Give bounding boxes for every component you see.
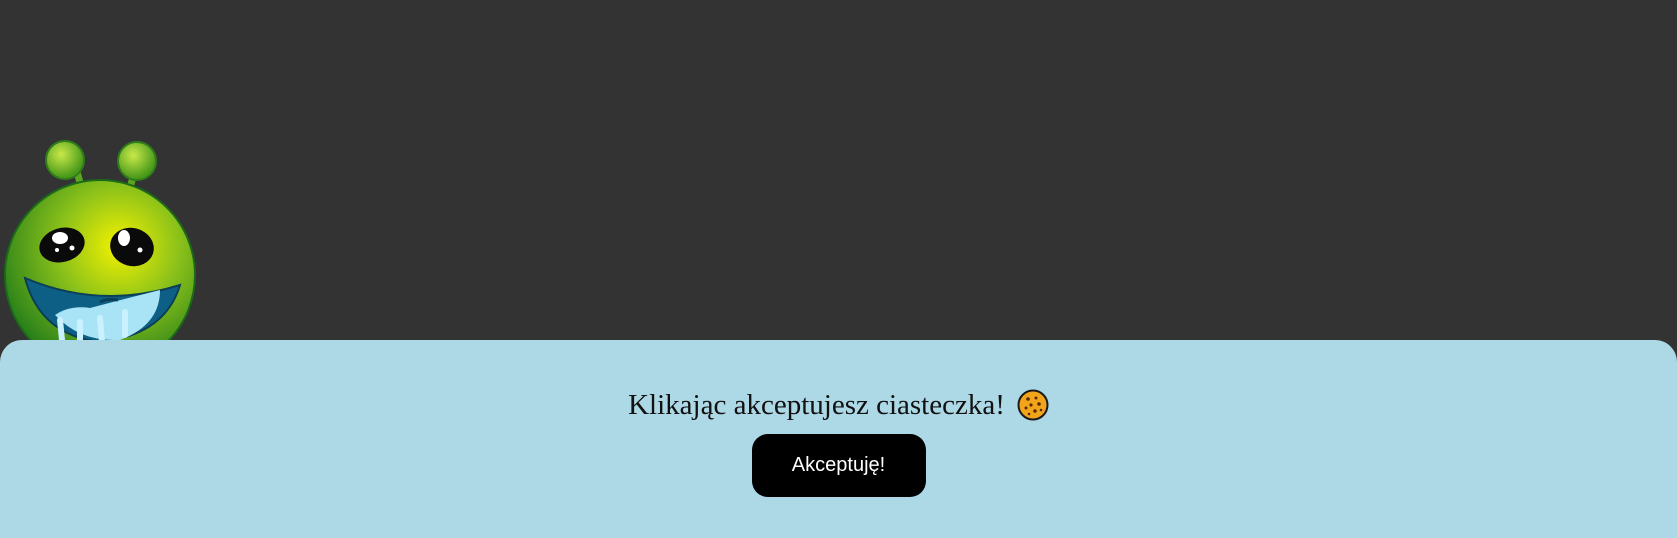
page: Klikając akceptujesz ciasteczka! Akceptu… (0, 0, 1677, 538)
cookie-message: Klikając akceptujesz ciasteczka! (628, 389, 1005, 421)
cookie-icon (1017, 389, 1049, 421)
cookie-message-row: Klikając akceptujesz ciasteczka! (628, 388, 1049, 422)
cookie-banner: Klikając akceptujesz ciasteczka! Akceptu… (0, 340, 1677, 538)
accept-cookies-button[interactable]: Akceptuję! (751, 434, 926, 497)
green-alien-smiley-icon (4, 140, 196, 360)
cookie-banner-content: Klikając akceptujesz ciasteczka! Akceptu… (0, 388, 1677, 497)
